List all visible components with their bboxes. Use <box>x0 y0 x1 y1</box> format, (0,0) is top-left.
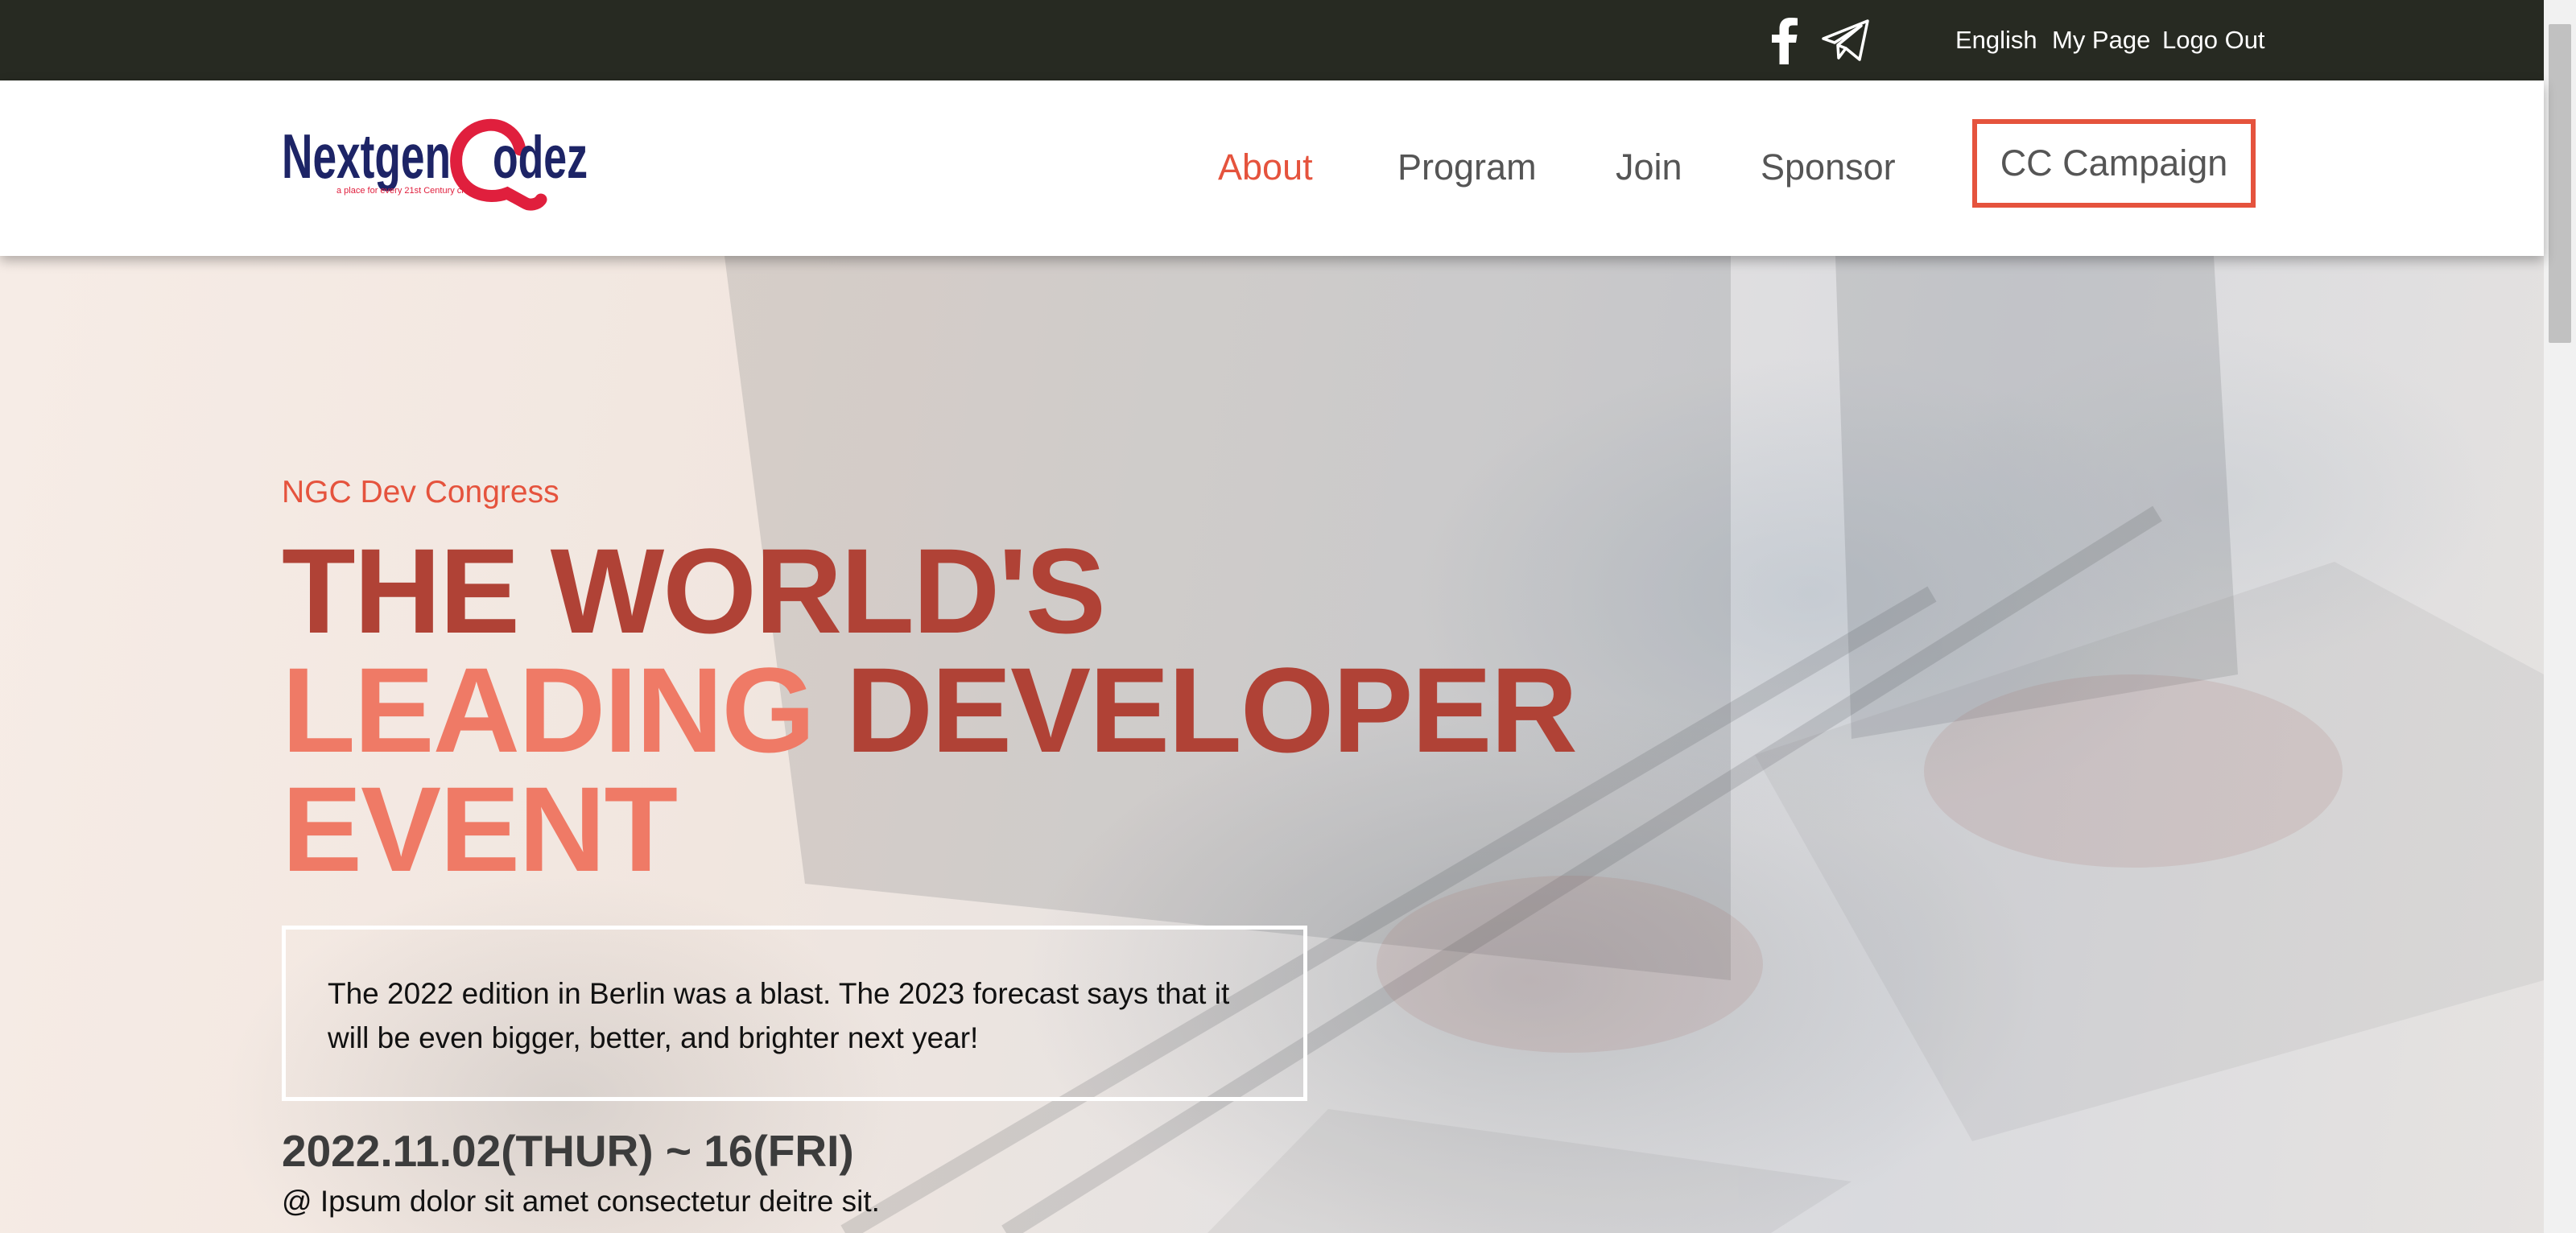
telegram-icon[interactable] <box>1821 18 1871 63</box>
nav-about[interactable]: About <box>1218 145 1313 190</box>
scrollbar-thumb[interactable] <box>2549 24 2571 343</box>
my-page-link[interactable]: My Page <box>2052 24 2150 56</box>
event-dates: 2022.11.02(THUR) ~ 16(FRI) <box>282 1126 854 1176</box>
hero-section: NGC Dev Congress THE WORLD'S LEADING DEV… <box>0 256 2544 1233</box>
hero-headline: THE WORLD'S LEADING DEVELOPER EVENT <box>282 530 1650 889</box>
event-eyebrow: NGC Dev Congress <box>282 475 559 509</box>
headline-line-2a: LEADING <box>282 642 815 777</box>
nextgen-codez-logo[interactable]: Nextgen odez a place for every 21st Cent… <box>282 118 588 222</box>
svg-text:Nextgen: Nextgen <box>282 121 451 192</box>
event-description-box: The 2022 edition in Berlin was a blast. … <box>282 926 1307 1101</box>
nav-join[interactable]: Join <box>1616 145 1682 190</box>
cc-campaign-button[interactable]: CC Campaign <box>1972 119 2256 208</box>
main-header: Nextgen odez a place for every 21st Cent… <box>0 80 2544 256</box>
headline-line-2b: DEVELOPER <box>845 642 1578 777</box>
page-scrollbar[interactable] <box>2544 0 2576 1233</box>
facebook-icon[interactable] <box>1768 16 1800 64</box>
svg-text:a place for every 21st Century: a place for every 21st Century child <box>336 186 475 196</box>
nav-program[interactable]: Program <box>1397 145 1537 190</box>
svg-text:odez: odez <box>493 124 588 191</box>
headline-line-3: EVENT <box>282 761 678 897</box>
event-venue: @ Ipsum dolor sit amet consectetur deitr… <box>282 1185 880 1218</box>
logout-link[interactable]: Logo Out <box>2162 24 2265 56</box>
headline-line-1: THE WORLD'S <box>282 523 1106 658</box>
nav-sponsor[interactable]: Sponsor <box>1761 145 1896 190</box>
event-description: The 2022 edition in Berlin was a blast. … <box>328 977 1230 1054</box>
language-link[interactable]: English <box>1955 24 2037 56</box>
top-bar: English My Page Logo Out <box>0 0 2544 80</box>
